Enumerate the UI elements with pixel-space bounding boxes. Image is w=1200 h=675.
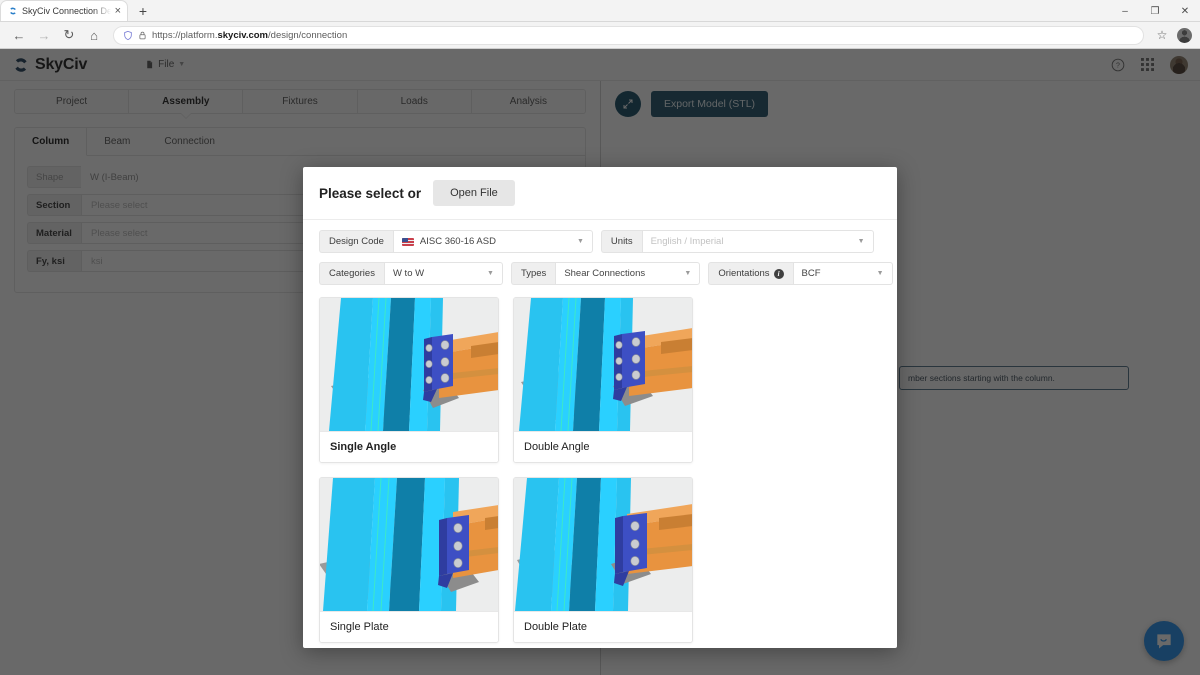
- forward-icon[interactable]: →: [33, 24, 55, 46]
- shield-icon: [124, 30, 132, 40]
- design-code-label: Design Code: [319, 230, 393, 253]
- us-flag-icon: [401, 237, 414, 246]
- filter-categories: Categories W to W ▼: [319, 262, 503, 285]
- window-minimize-icon[interactable]: –: [1110, 0, 1140, 22]
- back-icon[interactable]: ←: [8, 24, 30, 46]
- connection-card-double-angle[interactable]: Double Angle: [513, 297, 693, 463]
- select-connection-modal: Please select or Open File Design Code A…: [303, 167, 897, 648]
- window-maximize-icon[interactable]: ❐: [1140, 0, 1170, 22]
- connection-label: Single Plate: [320, 611, 498, 642]
- lock-icon: [139, 31, 146, 39]
- browser-tab-bar: SkyCiv Connection Design | SkyCiv × + – …: [0, 0, 1200, 22]
- chevron-down-icon: ▼: [876, 270, 884, 277]
- single-plate-connection-render: [320, 478, 498, 611]
- chevron-down-icon: ▼: [487, 270, 494, 277]
- url-path: /design/connection: [268, 29, 348, 41]
- chevron-down-icon: ▼: [576, 238, 584, 245]
- filter-units: Units English / Imperial ▼: [600, 230, 874, 253]
- connection-label: Single Angle: [320, 431, 498, 462]
- info-icon[interactable]: i: [773, 268, 784, 279]
- orientations-label: Orientations i: [708, 262, 793, 285]
- browser-tab-title: SkyCiv Connection Design | SkyCiv: [22, 6, 111, 16]
- filter-row-1: Design Code AISC 360-16 ASD ▼ Units Engl…: [319, 230, 881, 253]
- application-root: SkyCiv File ▼ ?: [0, 49, 1200, 675]
- modal-header: Please select or Open File: [303, 167, 897, 220]
- modal-title: Please select or: [319, 185, 422, 201]
- orientations-value: BCF: [801, 268, 821, 279]
- skyciv-favicon: [10, 7, 16, 15]
- design-code-select[interactable]: AISC 360-16 ASD ▼: [392, 230, 593, 253]
- connection-grid: Single Angle Double Angle Single Plate D…: [303, 294, 897, 648]
- filter-row-2: Categories W to W ▼ Types Shear Connecti…: [319, 262, 893, 285]
- window-controls: – ❐ ✕: [1110, 0, 1200, 22]
- home-icon[interactable]: ⌂: [83, 24, 105, 46]
- double-angle-connection-render: [514, 298, 692, 431]
- filter-orientations: Orientations i BCF ▼: [708, 262, 893, 285]
- chevron-down-icon: ▼: [857, 238, 865, 245]
- modal-filters: Design Code AISC 360-16 ASD ▼ Units Engl…: [303, 220, 897, 294]
- connection-card-single-angle[interactable]: Single Angle: [319, 297, 499, 463]
- design-code-value: AISC 360-16 ASD: [419, 236, 496, 247]
- bookmark-icon[interactable]: ☆: [1152, 25, 1172, 45]
- browser-profile-icon[interactable]: [1177, 27, 1192, 43]
- categories-select[interactable]: W to W ▼: [383, 262, 503, 285]
- browser-tab-close-icon[interactable]: ×: [115, 5, 121, 17]
- orientations-select[interactable]: BCF ▼: [792, 262, 893, 285]
- url-bar[interactable]: https://platform.skyciv.com/design/conne…: [113, 25, 1144, 45]
- connection-label: Double Angle: [514, 431, 692, 462]
- url-text: https://platform.skyciv.com/design/conne…: [152, 30, 347, 41]
- double-plate-connection-render: [514, 478, 692, 611]
- orientations-label-text: Orientations: [718, 268, 770, 279]
- single-angle-connection-render: [320, 298, 498, 431]
- types-select[interactable]: Shear Connections ▼: [555, 262, 701, 285]
- types-label: Types: [510, 262, 556, 285]
- open-file-button[interactable]: Open File: [433, 180, 515, 206]
- units-select[interactable]: English / Imperial ▼: [641, 230, 874, 253]
- units-value: English / Imperial: [650, 236, 724, 247]
- categories-label: Categories: [319, 262, 384, 285]
- window-close-icon[interactable]: ✕: [1170, 0, 1200, 22]
- browser-tab[interactable]: SkyCiv Connection Design | SkyCiv ×: [0, 0, 128, 21]
- browser-nav-bar: ← → ↻ ⌂ https://platform.skyciv.com/desi…: [0, 22, 1200, 49]
- connection-card-double-plate[interactable]: Double Plate: [513, 477, 693, 643]
- chevron-down-icon: ▼: [684, 270, 692, 277]
- reload-icon[interactable]: ↻: [58, 24, 80, 46]
- filter-design-code: Design Code AISC 360-16 ASD ▼: [319, 230, 593, 253]
- connection-label: Double Plate: [514, 611, 692, 642]
- units-label: Units: [600, 230, 642, 253]
- types-value: Shear Connections: [564, 268, 646, 279]
- new-tab-button[interactable]: +: [132, 1, 154, 21]
- url-domain: skyciv.com: [217, 29, 269, 41]
- connection-card-single-plate[interactable]: Single Plate: [319, 477, 499, 643]
- url-scheme: https://platform.: [152, 29, 218, 41]
- categories-value: W to W: [392, 268, 425, 279]
- filter-types: Types Shear Connections ▼: [510, 262, 701, 285]
